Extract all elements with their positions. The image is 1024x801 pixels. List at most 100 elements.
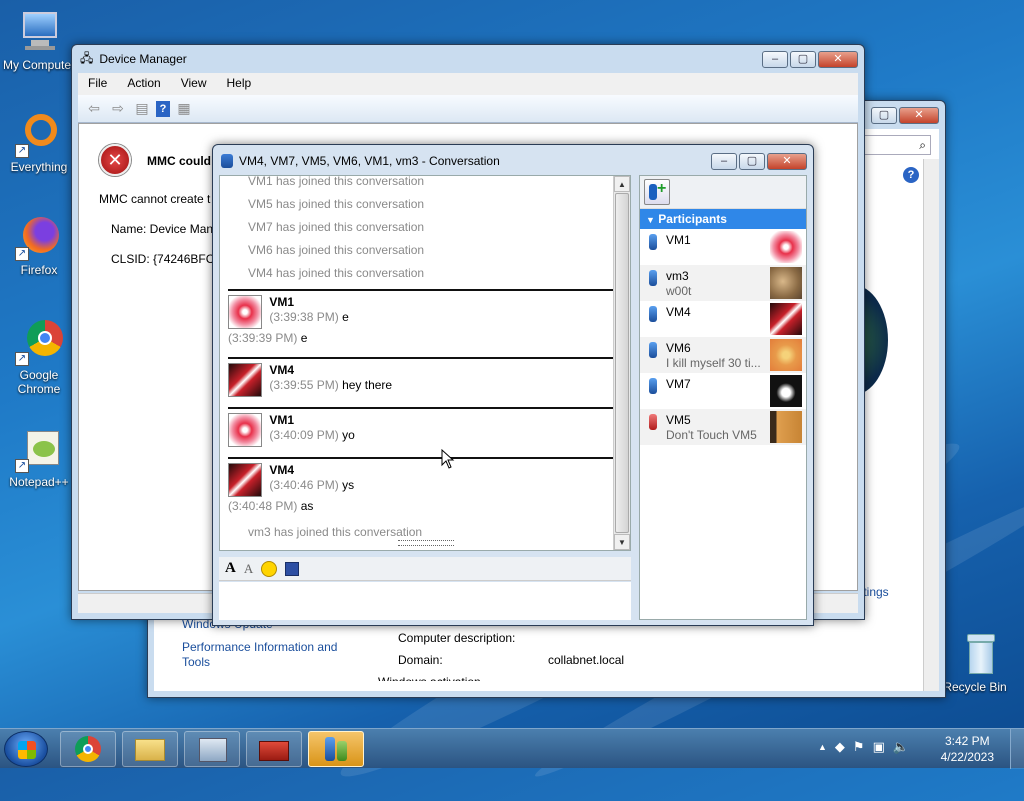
participant-item[interactable]: VM1 bbox=[640, 229, 806, 265]
conv-close-button[interactable]: ✕ bbox=[767, 153, 807, 170]
action-center-icon[interactable]: ⚑ bbox=[853, 739, 865, 755]
message-text: as bbox=[300, 499, 314, 513]
participant-item[interactable]: VM7 bbox=[640, 373, 806, 409]
plus-icon: + bbox=[657, 180, 667, 197]
system-message: VM1 has joined this conversation bbox=[248, 175, 425, 188]
dm-maximize-button[interactable]: ▢ bbox=[790, 51, 816, 68]
formatting-toolbar: A A bbox=[219, 557, 631, 581]
taskbar-device-manager[interactable] bbox=[184, 731, 240, 767]
message-block: VM4 (3:39:55 PM) hey there bbox=[220, 357, 630, 397]
device-manager-icon: 🖧 bbox=[80, 50, 94, 65]
start-button[interactable] bbox=[4, 731, 48, 767]
properties-icon[interactable]: ▦ bbox=[174, 99, 194, 119]
avatar-vm4 bbox=[770, 303, 802, 335]
error-clsid-line: CLSID: {74246BFC-4 bbox=[111, 252, 226, 266]
message-divider bbox=[228, 289, 620, 291]
menu-file[interactable]: File bbox=[78, 73, 117, 95]
system-scrollbar[interactable] bbox=[923, 159, 939, 691]
participant-item[interactable]: VM6 I kill myself 30 ti... bbox=[640, 337, 806, 373]
message-divider bbox=[228, 407, 620, 409]
scroll-thumb[interactable] bbox=[615, 193, 629, 533]
chrome-icon: ↗ bbox=[15, 318, 63, 366]
conversation-history[interactable]: VM1 has joined this conversation VM5 has… bbox=[219, 175, 631, 551]
error-name-line: Name: Device Mana bbox=[111, 222, 220, 236]
participant-status: I kill myself 30 ti... bbox=[666, 356, 761, 370]
scroll-up-arrow-icon[interactable]: ▲ bbox=[614, 176, 630, 192]
firefox-icon: ↗ bbox=[15, 213, 63, 261]
menu-action[interactable]: Action bbox=[117, 73, 170, 95]
menu-view[interactable]: View bbox=[171, 73, 217, 95]
dm-close-button[interactable]: ✕ bbox=[818, 51, 858, 68]
back-arrow-icon[interactable]: ⇦ bbox=[84, 99, 104, 119]
history-scrollbar[interactable]: ▲ ▼ bbox=[613, 176, 630, 550]
desktop-icon-everything[interactable]: ↗ Everything bbox=[2, 110, 76, 174]
conv-maximize-button[interactable]: ▢ bbox=[739, 153, 765, 170]
device-manager-icon bbox=[199, 738, 227, 762]
conv-minimize-button[interactable]: – bbox=[711, 153, 737, 170]
system-maximize-button[interactable]: ▢ bbox=[871, 107, 897, 124]
clock[interactable]: 3:42 PM 4/22/2023 bbox=[941, 733, 994, 765]
person-blue-icon bbox=[649, 378, 657, 394]
show-desktop-button[interactable] bbox=[1010, 729, 1024, 769]
avatar-vm4 bbox=[228, 463, 262, 497]
avatar-vm5 bbox=[770, 411, 802, 443]
taskbar-explorer[interactable] bbox=[122, 731, 178, 767]
system-message: VM5 has joined this conversation bbox=[248, 197, 425, 211]
folder-icon bbox=[135, 739, 165, 761]
device-manager-title: Device Manager bbox=[99, 52, 187, 66]
volume-icon[interactable]: 🔈 bbox=[893, 739, 909, 755]
system-message: VM7 has joined this conversation bbox=[248, 220, 425, 234]
participant-item[interactable]: VM5 Don't Touch VM5 bbox=[640, 409, 806, 445]
participant-item[interactable]: vm3 w00t bbox=[640, 265, 806, 301]
participants-header[interactable]: ▼ Participants bbox=[640, 209, 806, 229]
message-time: (3:40:46 PM) bbox=[269, 478, 339, 492]
recycle-bin-icon bbox=[951, 630, 999, 678]
message-input[interactable] bbox=[219, 582, 631, 620]
message-divider bbox=[228, 357, 620, 359]
pidgin-tray-icon[interactable]: ◆ bbox=[835, 739, 845, 755]
person-blue-icon bbox=[649, 234, 657, 250]
device-manager-titlebar[interactable]: 🖧 Device Manager bbox=[72, 45, 864, 73]
message-time: (3:39:38 PM) bbox=[269, 310, 339, 324]
taskbar-toolbox[interactable] bbox=[246, 731, 302, 767]
desktop-icon-chrome[interactable]: ↗ Google Chrome bbox=[2, 318, 76, 396]
link-performance-info[interactable]: Performance Information and Tools bbox=[182, 640, 352, 670]
pane-resize-grip[interactable] bbox=[398, 540, 454, 546]
dm-toolbar: ⇦ ⇨ ▤ ? ▦ bbox=[78, 95, 858, 123]
dm-menubar: File Action View Help bbox=[78, 73, 858, 95]
desktop-icon-notepadpp[interactable]: ↗ Notepad++ bbox=[2, 425, 76, 489]
avatar-vm1 bbox=[770, 231, 802, 263]
forward-arrow-icon[interactable]: ⇨ bbox=[108, 99, 128, 119]
participant-item[interactable]: VM4 bbox=[640, 301, 806, 337]
font-icon[interactable]: A bbox=[225, 560, 236, 577]
smiley-icon[interactable] bbox=[261, 560, 278, 577]
person-blue-icon bbox=[649, 306, 657, 322]
add-participant-button[interactable]: + bbox=[644, 179, 670, 205]
clock-date: 4/22/2023 bbox=[940, 750, 994, 764]
shortcut-arrow-icon: ↗ bbox=[15, 459, 29, 473]
desktop-icon-recycle-bin[interactable]: Recycle Bin bbox=[938, 630, 1012, 694]
network-icon[interactable]: ▣ bbox=[873, 739, 885, 755]
desktop-icon-firefox[interactable]: ↗ Firefox bbox=[2, 213, 76, 277]
system-message: VM6 has joined this conversation bbox=[248, 243, 425, 257]
help-book-icon[interactable]: ? bbox=[156, 100, 170, 117]
message-sender: VM1 bbox=[269, 413, 295, 427]
avatar-vm3 bbox=[770, 267, 802, 299]
participants-toolbar: + bbox=[640, 176, 806, 209]
system-close-button[interactable]: ✕ bbox=[899, 107, 939, 124]
message-time: (3:39:55 PM) bbox=[269, 378, 339, 392]
dm-minimize-button[interactable]: – bbox=[762, 51, 788, 68]
taskbar-chrome[interactable] bbox=[60, 731, 116, 767]
show-hidden-icons-arrow-icon[interactable]: ▲ bbox=[818, 739, 827, 755]
help-icon[interactable]: ? bbox=[903, 167, 919, 183]
clock-time: 3:42 PM bbox=[944, 734, 990, 748]
message-text: ys bbox=[342, 478, 355, 492]
save-icon[interactable] bbox=[285, 561, 300, 576]
font-style-icon[interactable]: A bbox=[244, 561, 253, 577]
menu-help[interactable]: Help bbox=[217, 73, 262, 95]
taskbar-pidgin[interactable] bbox=[308, 731, 364, 767]
scroll-down-arrow-icon[interactable]: ▼ bbox=[614, 534, 630, 550]
error-icon: ✕ bbox=[99, 144, 131, 176]
show-hide-tree-icon[interactable]: ▤ bbox=[132, 99, 152, 119]
desktop-icon-my-computer[interactable]: My Computer bbox=[2, 8, 76, 72]
